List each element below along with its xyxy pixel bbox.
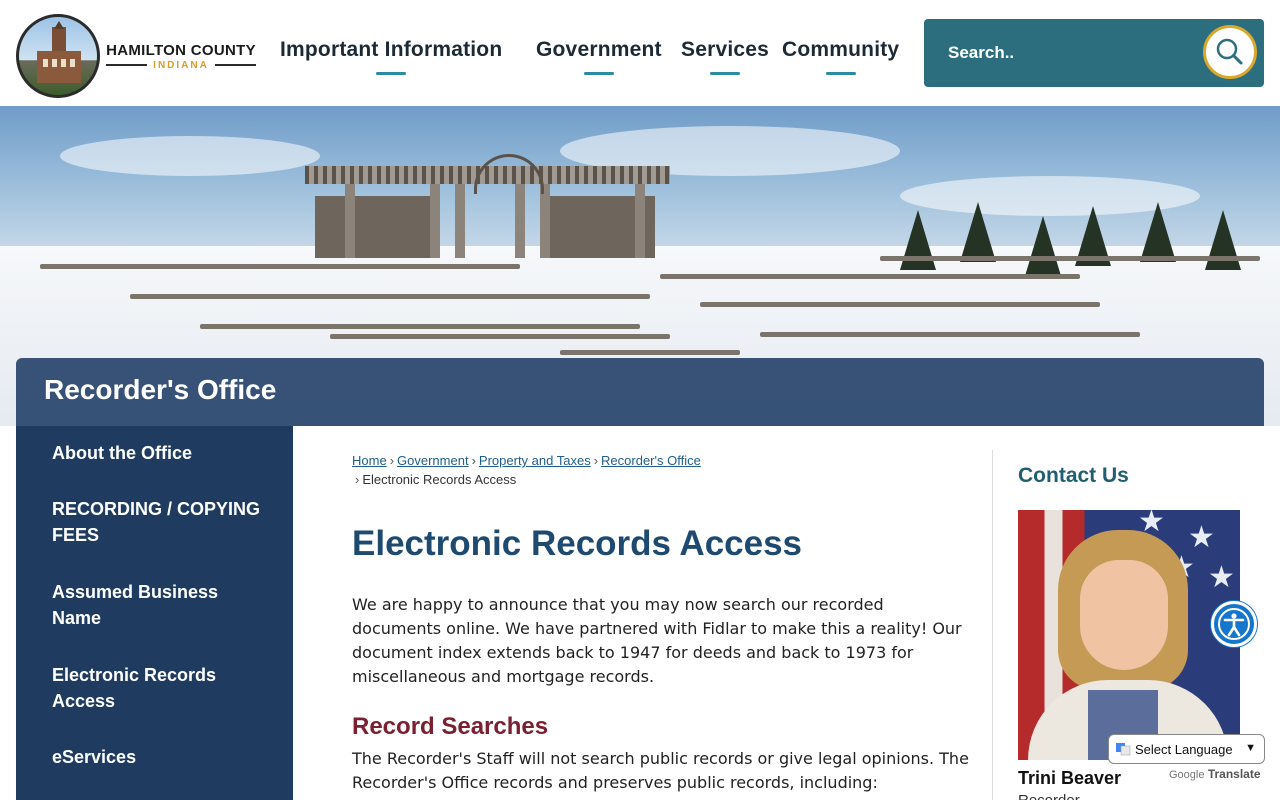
- breadcrumb-link-home[interactable]: Home: [352, 453, 387, 468]
- state-name: INDIANA: [153, 59, 209, 71]
- page-title: Electronic Records Access: [352, 524, 803, 563]
- nav-label: Government: [536, 38, 662, 61]
- sidebar-item-electronic-records[interactable]: Electronic Records Access: [52, 662, 272, 714]
- county-name: HAMILTON COUNTY: [106, 41, 256, 59]
- contact-heading: Contact Us: [1018, 464, 1129, 487]
- county-logo[interactable]: HAMILTON COUNTY INDIANA: [16, 14, 257, 98]
- office-title: Recorder's Office: [44, 374, 277, 405]
- nav-community[interactable]: Community: [782, 38, 900, 75]
- language-select[interactable]: Select Language ▼: [1108, 734, 1265, 764]
- nav-services[interactable]: Services: [681, 38, 770, 75]
- nav-government[interactable]: Government: [536, 38, 662, 75]
- intro-paragraph: We are happy to announce that you may no…: [352, 595, 962, 686]
- sidebar-item-about[interactable]: About the Office: [52, 440, 272, 466]
- nav-underline: [376, 72, 407, 75]
- search-button[interactable]: [1203, 25, 1257, 79]
- nav-label: Services: [681, 38, 770, 61]
- sidebar-item-eservices[interactable]: eServices: [52, 744, 272, 770]
- google-label: Google: [1169, 769, 1205, 781]
- hero-banner-image: Recorder's Office: [0, 106, 1280, 426]
- courthouse-seal-icon: [16, 14, 100, 98]
- search-input[interactable]: [936, 33, 1196, 73]
- recorder-photo: ★ ★ ★ ★: [1018, 510, 1240, 760]
- sidebar-nav: About the Office RECORDING / COPYING FEE…: [16, 426, 293, 800]
- breadcrumb-current: Electronic Records Access: [362, 472, 517, 487]
- powered-by-google: Google Translate: [1169, 767, 1261, 781]
- accessibility-icon: [1218, 608, 1250, 640]
- accessibility-button[interactable]: [1211, 601, 1257, 647]
- nav-label: Important Information: [280, 38, 503, 61]
- nav-label: Community: [782, 38, 900, 61]
- office-title-bar: Recorder's Office: [16, 358, 1264, 426]
- nav-underline: [710, 72, 740, 75]
- site-header: HAMILTON COUNTY INDIANA Important Inform…: [0, 0, 1280, 106]
- nav-underline: [583, 72, 614, 75]
- nav-underline: [825, 72, 856, 75]
- breadcrumb-link-recorders-office[interactable]: Recorder's Office: [601, 453, 701, 468]
- contact-role: Recorder: [1018, 792, 1080, 800]
- sidebar-item-assumed-business-name[interactable]: Assumed Business Name: [52, 579, 272, 631]
- breadcrumb-link-property-taxes[interactable]: Property and Taxes: [479, 453, 591, 468]
- column-divider: [992, 450, 993, 800]
- nav-important-information[interactable]: Important Information: [280, 38, 503, 75]
- county-wordmark: HAMILTON COUNTY INDIANA: [106, 41, 257, 71]
- sidebar-item-recording-fees[interactable]: RECORDING / COPYING FEES: [52, 496, 272, 548]
- translate-link[interactable]: Translate: [1208, 767, 1261, 781]
- section-heading: Record Searches: [352, 713, 549, 740]
- section-paragraph: The Recorder's Staff will not search pub…: [352, 749, 969, 792]
- search-icon: [1216, 38, 1243, 65]
- language-select-label: Select Language: [1135, 741, 1233, 757]
- chevron-down-icon: ▼: [1245, 742, 1256, 754]
- contact-name: Trini Beaver: [1018, 768, 1122, 788]
- breadcrumb-link-government[interactable]: Government: [397, 453, 469, 468]
- google-translate-icon: [1116, 743, 1131, 756]
- breadcrumb: Home › Government › Property and Taxes › Recor…: [352, 453, 701, 487]
